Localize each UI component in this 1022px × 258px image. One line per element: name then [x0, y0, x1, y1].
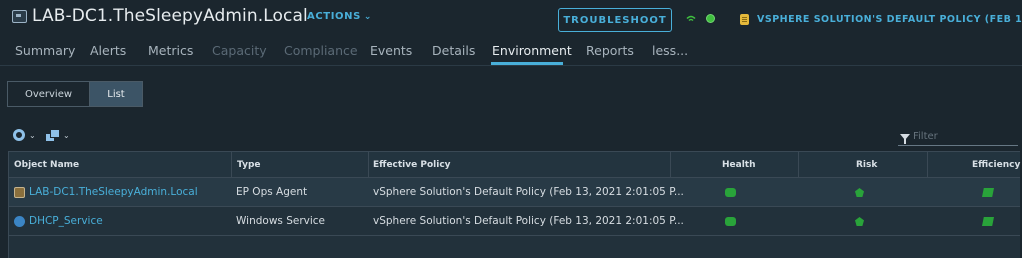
actions-label: ACTIONS	[307, 11, 361, 22]
object-type: EP Ops Agent	[236, 186, 308, 198]
column-divider	[927, 152, 928, 178]
object-title: LAB-DC1.TheSleepyAdmin.Local	[32, 6, 308, 26]
troubleshoot-button[interactable]: TROUBLESHOOT	[558, 8, 672, 32]
tab-capacity: Capacity	[212, 43, 267, 58]
column-efficiency[interactable]: Efficiency	[972, 152, 1020, 178]
policy-selector[interactable]: VSPHERE SOLUTION'S DEFAULT POLICY (FEB 1…	[740, 14, 1022, 25]
column-type[interactable]: Type	[237, 152, 260, 178]
tab-compliance: Compliance	[284, 43, 358, 58]
effective-policy: vSphere Solution's Default Policy (Feb 1…	[373, 186, 684, 198]
actions-menu[interactable]: ACTIONS ⌄	[307, 11, 372, 22]
status-dot-icon	[706, 14, 715, 23]
column-risk[interactable]: Risk	[856, 152, 877, 178]
tab-alerts[interactable]: Alerts	[90, 43, 126, 58]
object-title-wrap: LAB-DC1.TheSleepyAdmin.Local	[12, 6, 308, 26]
header-divider	[0, 65, 1022, 66]
tab-reports[interactable]: Reports	[586, 43, 634, 58]
settings-menu[interactable]: ⌄	[13, 129, 36, 141]
tab-environment[interactable]: Environment	[492, 43, 572, 58]
risk-status-icon	[855, 188, 864, 197]
collection-status-icon	[686, 15, 696, 22]
column-object-name[interactable]: Object Name	[14, 152, 79, 178]
efficiency-status-icon	[982, 188, 994, 197]
ep-ops-agent-icon	[14, 186, 25, 198]
group-menu[interactable]: ⌄	[45, 129, 70, 142]
object-name: LAB-DC1.TheSleepyAdmin.Local	[29, 186, 198, 198]
chevron-down-icon: ⌄	[29, 130, 36, 140]
object-name-link[interactable]: DHCP_Service	[14, 207, 103, 235]
chevron-down-icon: ⌄	[63, 130, 70, 140]
tab-less[interactable]: less...	[652, 43, 688, 58]
table-header: Object Name Type Effective Policy Health…	[9, 152, 1020, 178]
column-divider	[670, 152, 671, 178]
objects-table: Object Name Type Effective Policy Health…	[8, 151, 1020, 258]
windows-service-icon	[14, 215, 25, 227]
efficiency-status-icon	[982, 217, 994, 226]
risk-status-icon	[855, 217, 864, 226]
policy-label: VSPHERE SOLUTION'S DEFAULT POLICY (FEB 1…	[757, 14, 1022, 25]
list-button[interactable]: List	[89, 82, 142, 106]
tab-metrics[interactable]: Metrics	[148, 43, 193, 58]
host-icon	[12, 9, 27, 23]
tab-details[interactable]: Details	[432, 43, 475, 58]
filter-input[interactable]	[913, 131, 1013, 142]
object-type: Windows Service	[236, 215, 326, 227]
column-divider	[368, 152, 369, 178]
table-row[interactable]: LAB-DC1.TheSleepyAdmin.Local EP Ops Agen…	[9, 178, 1020, 207]
tab-events[interactable]: Events	[370, 43, 412, 58]
chevron-down-icon: ⌄	[363, 12, 373, 22]
view-toggle: Overview List	[7, 81, 143, 107]
object-name: DHCP_Service	[29, 215, 103, 227]
table-row[interactable]: DHCP_Service Windows Service vSphere Sol…	[9, 207, 1020, 236]
health-status-icon	[725, 188, 736, 197]
column-health[interactable]: Health	[722, 152, 756, 178]
filter-field	[898, 128, 1018, 146]
filter-icon	[900, 133, 910, 144]
tab-summary[interactable]: Summary	[15, 43, 75, 58]
health-status-icon	[725, 217, 736, 226]
column-divider	[231, 152, 232, 178]
column-effective-policy[interactable]: Effective Policy	[373, 152, 451, 178]
overview-button[interactable]: Overview	[8, 82, 89, 106]
stack-icon	[45, 129, 60, 142]
gear-icon	[13, 129, 25, 141]
object-name-link[interactable]: LAB-DC1.TheSleepyAdmin.Local	[14, 178, 198, 206]
effective-policy: vSphere Solution's Default Policy (Feb 1…	[373, 215, 684, 227]
column-divider	[798, 152, 799, 178]
policy-scroll-icon	[740, 14, 749, 25]
